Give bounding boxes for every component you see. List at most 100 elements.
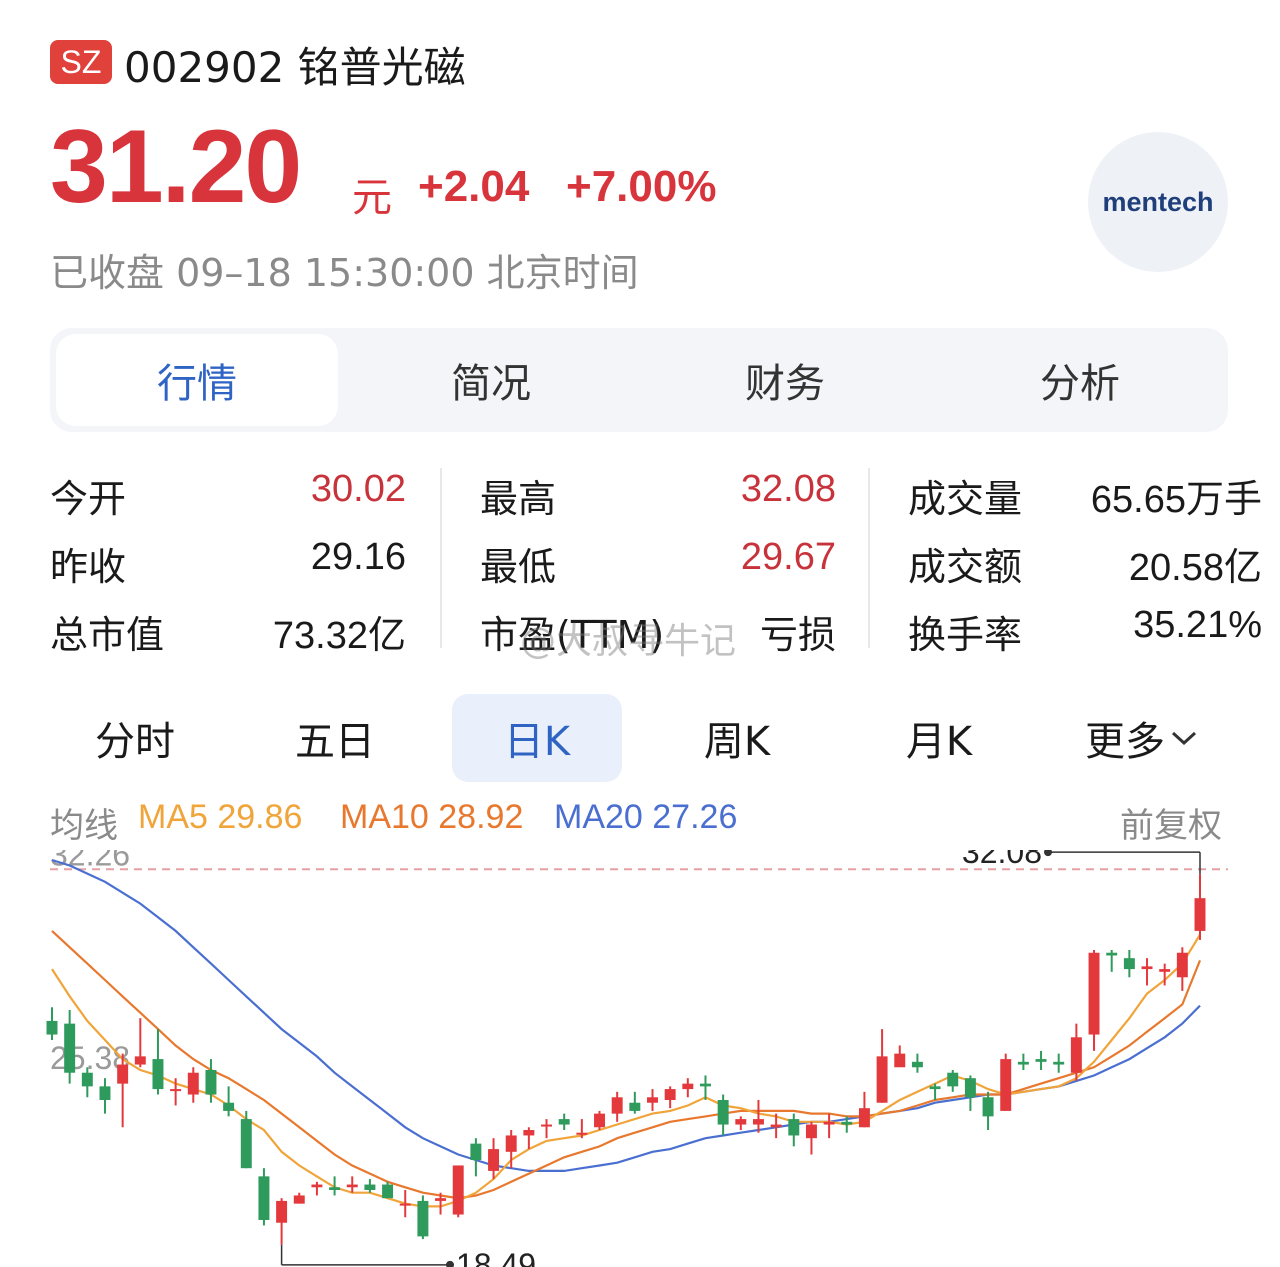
period-intraday[interactable]: 分时 bbox=[50, 694, 220, 782]
candle bbox=[470, 1138, 482, 1177]
candle-body bbox=[81, 1072, 93, 1087]
candle bbox=[505, 1130, 517, 1169]
candle bbox=[611, 1091, 623, 1122]
candle-body bbox=[435, 1198, 447, 1201]
tab-quotes[interactable]: 行情 bbox=[56, 334, 338, 426]
candle bbox=[788, 1113, 800, 1147]
candle-body bbox=[611, 1097, 623, 1114]
stock-code-name: 002902 铭普光磁 bbox=[124, 43, 466, 92]
candle-body bbox=[417, 1200, 429, 1237]
candle-body bbox=[1123, 958, 1135, 970]
period-more-label: 更多 bbox=[1085, 719, 1165, 765]
candle bbox=[488, 1138, 500, 1180]
candle bbox=[1088, 950, 1100, 1051]
candle-body bbox=[576, 1132, 588, 1135]
stat-value-low: 29.67 bbox=[740, 536, 836, 578]
candle bbox=[311, 1181, 323, 1196]
candle bbox=[382, 1181, 394, 1199]
candle-body bbox=[876, 1056, 888, 1103]
candle-body bbox=[805, 1124, 817, 1139]
stat-value-prev-close: 29.16 bbox=[310, 536, 406, 578]
candle-body bbox=[488, 1149, 500, 1171]
candle bbox=[399, 1190, 411, 1218]
candle-body bbox=[929, 1086, 941, 1090]
candle-body bbox=[1141, 966, 1153, 970]
candle-body bbox=[240, 1119, 252, 1169]
candle bbox=[594, 1110, 605, 1130]
candle-body bbox=[541, 1124, 552, 1127]
candle-body bbox=[1176, 952, 1188, 978]
candle bbox=[258, 1168, 270, 1226]
candle-body bbox=[223, 1102, 235, 1111]
candle-body bbox=[947, 1072, 959, 1087]
candle bbox=[1176, 947, 1188, 991]
candle bbox=[735, 1116, 747, 1130]
candle-body bbox=[46, 1020, 58, 1035]
candle-body bbox=[823, 1121, 835, 1125]
candle-body bbox=[735, 1119, 747, 1125]
candle-body bbox=[841, 1121, 853, 1125]
candle bbox=[752, 1100, 764, 1133]
candle-body bbox=[293, 1195, 305, 1204]
candle-body bbox=[682, 1083, 694, 1090]
candle-body bbox=[364, 1184, 376, 1190]
ma20-line bbox=[51, 858, 1201, 1172]
tab-finance[interactable]: 财务 bbox=[638, 328, 932, 432]
stat-value-volume: 65.65万手 bbox=[1090, 479, 1262, 521]
candle bbox=[293, 1192, 305, 1204]
stat-label-prev-close: 昨收 bbox=[50, 545, 127, 589]
period-monthly-k[interactable]: 月K bbox=[854, 694, 1024, 782]
candle bbox=[417, 1195, 429, 1240]
candle-body bbox=[346, 1184, 358, 1188]
adjust-mode[interactable]: 前复权 bbox=[1120, 798, 1222, 847]
candle bbox=[64, 1010, 76, 1084]
stat-label-open: 今开 bbox=[50, 477, 127, 521]
candle bbox=[541, 1119, 552, 1139]
candle bbox=[1194, 874, 1206, 940]
candle bbox=[364, 1179, 376, 1193]
stat-value-turnover: 20.58亿 bbox=[1128, 547, 1262, 589]
candlestick-chart[interactable]: 32.26 25.38 32.0818.49 bbox=[0, 850, 1280, 1267]
candle-body bbox=[452, 1165, 464, 1215]
period-more[interactable]: 更多 bbox=[1056, 694, 1228, 782]
watermark: @大叔寻牛记 bbox=[520, 621, 737, 662]
candle bbox=[647, 1089, 658, 1111]
candle bbox=[964, 1075, 976, 1111]
tab-profile[interactable]: 简况 bbox=[344, 328, 638, 432]
candle-body bbox=[170, 1089, 182, 1092]
period-daily-k[interactable]: 日K bbox=[452, 694, 622, 782]
candle-body bbox=[1017, 1061, 1029, 1065]
stat-value-high: 32.08 bbox=[740, 468, 836, 510]
period-five-day[interactable]: 五日 bbox=[250, 694, 420, 782]
ma20-legend: MA20 27.26 bbox=[554, 798, 738, 836]
section-tabs: 行情 简况 财务 分析 bbox=[50, 328, 1228, 432]
stat-value-open: 30.02 bbox=[310, 468, 406, 510]
candle bbox=[1035, 1050, 1047, 1070]
tab-analysis[interactable]: 分析 bbox=[932, 328, 1228, 432]
candle-body bbox=[187, 1072, 199, 1095]
candle-body bbox=[894, 1053, 906, 1068]
stat-label-turnover-rate: 换手率 bbox=[908, 613, 1023, 657]
candle bbox=[152, 1029, 164, 1095]
candle-body bbox=[382, 1184, 394, 1199]
candle-body bbox=[1106, 952, 1118, 956]
candle bbox=[558, 1113, 570, 1130]
candle-body bbox=[505, 1135, 517, 1152]
candle-body bbox=[594, 1113, 605, 1128]
logo-text: mentech bbox=[1102, 186, 1214, 217]
stats-divider bbox=[440, 468, 442, 648]
candle bbox=[223, 1086, 235, 1117]
stat-label-turnover: 成交额 bbox=[908, 545, 1023, 589]
period-weekly-k[interactable]: 周K bbox=[652, 694, 822, 782]
low-marker-dot bbox=[446, 1260, 454, 1267]
stat-label-volume: 成交量 bbox=[908, 477, 1023, 521]
current-price: 31.20 bbox=[50, 109, 302, 225]
candle-body bbox=[152, 1059, 164, 1090]
candle-body bbox=[629, 1102, 641, 1111]
stat-label-market-cap: 总市值 bbox=[50, 613, 165, 657]
candle bbox=[1053, 1053, 1065, 1073]
candle-body bbox=[64, 1023, 76, 1073]
candle bbox=[1141, 958, 1153, 986]
candle bbox=[629, 1091, 641, 1114]
candle bbox=[1106, 950, 1118, 972]
